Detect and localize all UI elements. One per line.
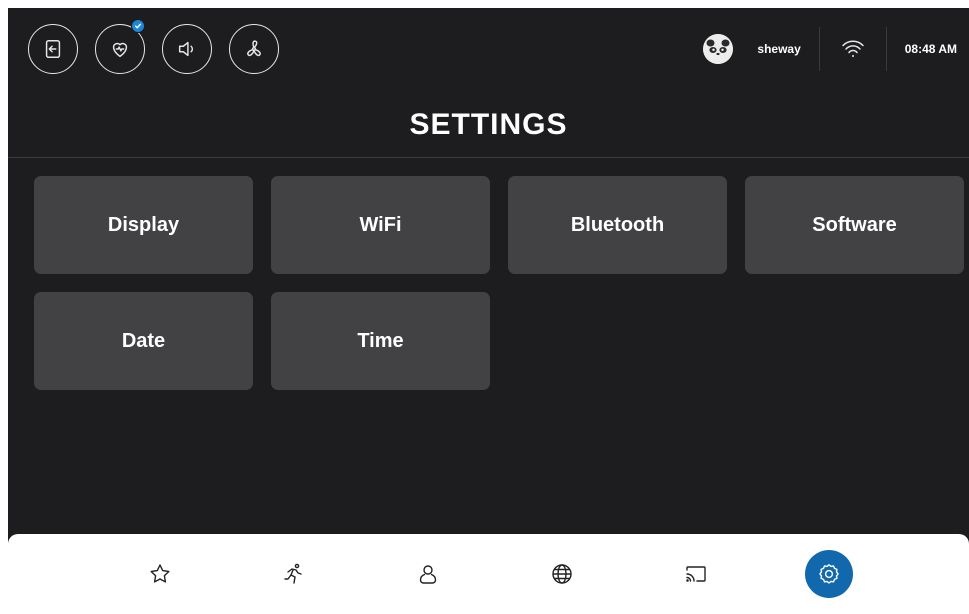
tile-date[interactable]: Date: [34, 292, 253, 390]
page-title: SETTINGS: [409, 108, 568, 141]
fan-button[interactable]: [229, 24, 279, 74]
tile-software[interactable]: Software: [745, 176, 964, 274]
nav-profile[interactable]: [404, 550, 452, 598]
connected-badge: [131, 19, 145, 33]
wifi-icon: [842, 40, 864, 57]
top-action-bar: [28, 19, 279, 74]
status-bar: sheway 08:48 AM: [703, 26, 969, 72]
check-icon: [134, 23, 142, 29]
username: sheway: [757, 42, 801, 56]
nav-cast[interactable]: [672, 550, 720, 598]
user-icon: [419, 565, 437, 584]
heart-icon: [112, 42, 128, 58]
exit-button[interactable]: [28, 24, 78, 74]
fan-icon: [247, 40, 261, 57]
clock: 08:48 AM: [904, 42, 957, 56]
tile-wifi[interactable]: WiFi: [271, 176, 490, 274]
volume-button[interactable]: [162, 24, 212, 74]
speaker-icon: [178, 41, 194, 57]
panda-avatar-icon: [703, 34, 734, 64]
nav-workouts[interactable]: [270, 550, 318, 598]
cast-icon: [686, 566, 706, 582]
gear-icon: [819, 564, 839, 584]
running-icon: [284, 563, 302, 584]
nav-settings[interactable]: [805, 550, 853, 598]
tile-display[interactable]: Display: [34, 176, 253, 274]
exit-icon: [45, 40, 61, 58]
avatar[interactable]: [703, 34, 734, 64]
wifi-status[interactable]: [820, 27, 886, 71]
tile-time[interactable]: Time: [271, 292, 490, 390]
nav-favorites[interactable]: [136, 550, 184, 598]
star-icon: [150, 564, 170, 583]
nav-browser[interactable]: [538, 550, 586, 598]
tile-bluetooth[interactable]: Bluetooth: [508, 176, 727, 274]
globe-icon: [552, 564, 572, 584]
bottom-nav: [8, 534, 969, 614]
settings-screen: sheway 08:48 AM SETTINGS Display WiFi Bl…: [8, 8, 969, 614]
heart-rate-button[interactable]: [95, 19, 145, 74]
title-divider: [8, 157, 969, 158]
